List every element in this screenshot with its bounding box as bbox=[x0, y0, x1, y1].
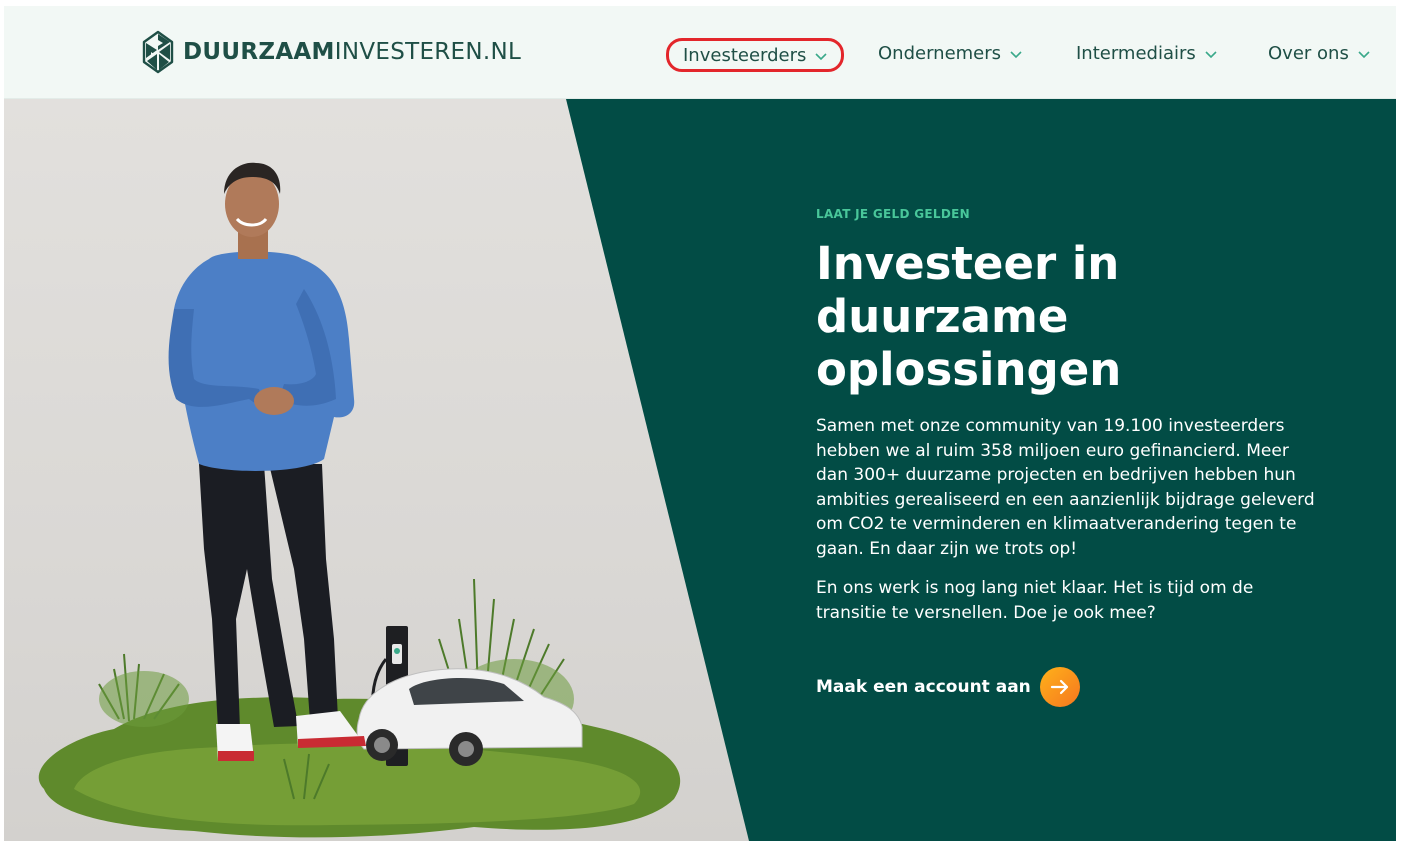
chevron-down-icon bbox=[1010, 43, 1022, 64]
headline-line-3: oplossingen bbox=[816, 343, 1122, 396]
nav-item-label: Investeerders bbox=[683, 44, 807, 66]
hero-headline: Investeer in duurzame oplossingen bbox=[816, 237, 1196, 396]
hero-content: LAAT JE GELD GELDEN Investeer in duurzam… bbox=[816, 207, 1316, 707]
nav-item-label: Intermediairs bbox=[1076, 42, 1196, 64]
page-frame: DUURZAAMINVESTEREN.NL Investeerders Onde… bbox=[4, 6, 1396, 841]
hero-eyebrow: LAAT JE GELD GELDEN bbox=[816, 207, 970, 221]
chevron-down-icon bbox=[1358, 43, 1370, 64]
site-header: DUURZAAMINVESTEREN.NL Investeerders Onde… bbox=[4, 6, 1396, 99]
nav-item-ondernemers[interactable]: Ondernemers bbox=[878, 36, 1022, 70]
create-account-label: Maak een account aan bbox=[816, 677, 1031, 697]
headline-line-1: Investeer in bbox=[816, 237, 1120, 290]
nav-item-over-ons[interactable]: Over ons bbox=[1268, 36, 1370, 70]
hero-illustration bbox=[38, 162, 681, 838]
chevron-down-icon bbox=[1205, 43, 1217, 64]
create-account-button[interactable]: Maak een account aan bbox=[816, 667, 1316, 707]
hero-section: LAAT JE GELD GELDEN Investeer in duurzam… bbox=[4, 99, 1396, 841]
hero-paragraph-1: Samen met onze community van 19.100 inve… bbox=[816, 416, 1315, 559]
nav-item-investeerders[interactable]: Investeerders bbox=[666, 38, 845, 72]
headline-line-2: duurzame bbox=[816, 290, 1069, 343]
chevron-down-icon bbox=[815, 45, 827, 66]
arrow-right-icon bbox=[1039, 667, 1080, 707]
nav-item-label: Ondernemers bbox=[878, 42, 1002, 64]
nav-item-label: Over ons bbox=[1268, 42, 1349, 64]
hero-paragraph-2: En ons werk is nog lang niet klaar. Het … bbox=[816, 578, 1254, 623]
main-navigation: Investeerders Ondernemers Intermediairs … bbox=[4, 36, 1396, 72]
nav-item-intermediairs[interactable]: Intermediairs bbox=[1076, 36, 1217, 70]
